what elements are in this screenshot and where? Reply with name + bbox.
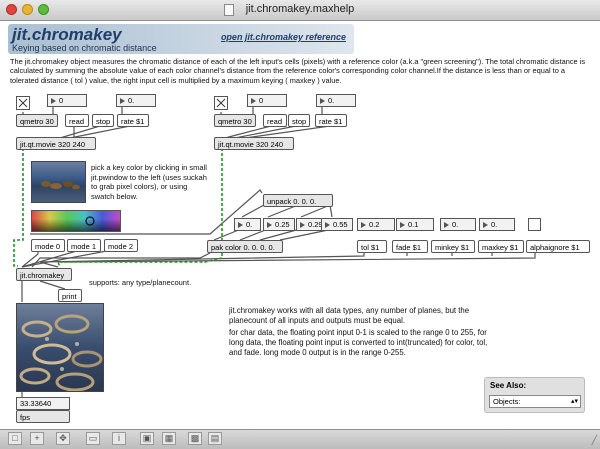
mode-0-message[interactable]: mode 0: [31, 239, 65, 252]
ducks-image: [41, 181, 80, 190]
right-toggle[interactable]: [214, 96, 228, 110]
fade-number[interactable]: 0.1: [396, 218, 434, 231]
see-also-label: See Also:: [490, 381, 527, 390]
info-text-1: jit.chromakey works with all data types,…: [229, 306, 470, 325]
left-rate-number[interactable]: 0.: [116, 94, 156, 107]
right-qmetro[interactable]: qmetro 30: [214, 114, 256, 127]
lock-icon[interactable]: □: [8, 432, 22, 445]
unpack-object[interactable]: unpack 0. 0. 0.: [263, 194, 333, 207]
left-rate-message[interactable]: rate $1: [117, 114, 149, 127]
alphaignore-toggle[interactable]: [528, 218, 541, 231]
left-read-message[interactable]: read: [65, 114, 89, 127]
keyed-video-image: [19, 314, 103, 391]
maxkey-message[interactable]: maxkey $1: [478, 240, 524, 253]
maxkey-number[interactable]: 0.: [479, 218, 515, 231]
color-number-0[interactable]: 0.: [234, 218, 261, 231]
left-qmetro[interactable]: qmetro 30: [16, 114, 58, 127]
resize-grip-icon[interactable]: ╱: [592, 435, 597, 446]
right-qt-movie[interactable]: jit.qt.movie 320 240: [214, 137, 294, 150]
support-note: supports: any type/planecount.: [89, 278, 192, 287]
see-also-selected: Objects:: [493, 397, 521, 406]
see-also-dropdown[interactable]: Objects: ▴▾: [489, 395, 581, 408]
fade-message[interactable]: fade $1: [392, 240, 428, 253]
pak-color-object[interactable]: pak color 0. 0. 0. 0.: [207, 240, 283, 253]
chevron-updown-icon: ▴▾: [570, 398, 578, 405]
color-number-1[interactable]: 0.25: [263, 218, 295, 231]
right-rate-number[interactable]: 0.: [316, 94, 356, 107]
snap-icon[interactable]: ▩: [188, 432, 202, 445]
left-stop-message[interactable]: stop: [92, 114, 114, 127]
layers-icon[interactable]: ▣: [140, 432, 154, 445]
info-icon[interactable]: i: [112, 432, 126, 445]
x-icon: [216, 98, 226, 108]
mode-1-message[interactable]: mode 1: [67, 239, 101, 252]
fps-label-object[interactable]: fps: [16, 410, 70, 423]
alphaignore-message[interactable]: alphaignore $1: [526, 240, 590, 253]
move-icon[interactable]: ✥: [56, 432, 70, 445]
chromakey-object[interactable]: jit.chromakey: [16, 268, 72, 281]
key-color-note: pick a key color by clicking in small ji…: [91, 163, 207, 201]
right-stop-message[interactable]: stop: [288, 114, 310, 127]
color-swatch[interactable]: [31, 210, 121, 232]
presentation-icon[interactable]: ▭: [86, 432, 100, 445]
bottom-toolbar: □ + ✥ ▭ i ▣ ▦ ▩ ▤ ╱: [0, 429, 600, 449]
print-object[interactable]: print: [58, 289, 82, 302]
right-read-message[interactable]: read: [263, 114, 287, 127]
fps-number[interactable]: 33.33640: [16, 397, 70, 410]
left-int-number[interactable]: 0: [47, 94, 87, 107]
mode-2-message[interactable]: mode 2: [104, 239, 138, 252]
tol-number[interactable]: 0.2: [357, 218, 395, 231]
left-qt-movie[interactable]: jit.qt.movie 320 240: [16, 137, 96, 150]
right-rate-message[interactable]: rate $1: [315, 114, 347, 127]
minkey-number[interactable]: 0.: [440, 218, 476, 231]
swatch-cursor-icon: [85, 216, 95, 226]
right-int-number[interactable]: 0: [247, 94, 287, 107]
key-color-pwindow[interactable]: [31, 161, 86, 203]
minkey-message[interactable]: minkey $1: [431, 240, 475, 253]
color-number-3[interactable]: 0.55: [321, 218, 353, 231]
info-text-2: for char data, the floating point input …: [229, 328, 488, 357]
add-icon[interactable]: +: [30, 432, 44, 445]
left-toggle[interactable]: [16, 96, 30, 110]
x-icon: [18, 98, 28, 108]
see-also-panel: See Also: Objects: ▴▾: [484, 377, 585, 413]
grid-toggle-icon[interactable]: ▤: [208, 432, 222, 445]
output-pwindow: [16, 303, 104, 392]
grid-icon[interactable]: ▦: [162, 432, 176, 445]
tol-message[interactable]: tol $1: [357, 240, 387, 253]
